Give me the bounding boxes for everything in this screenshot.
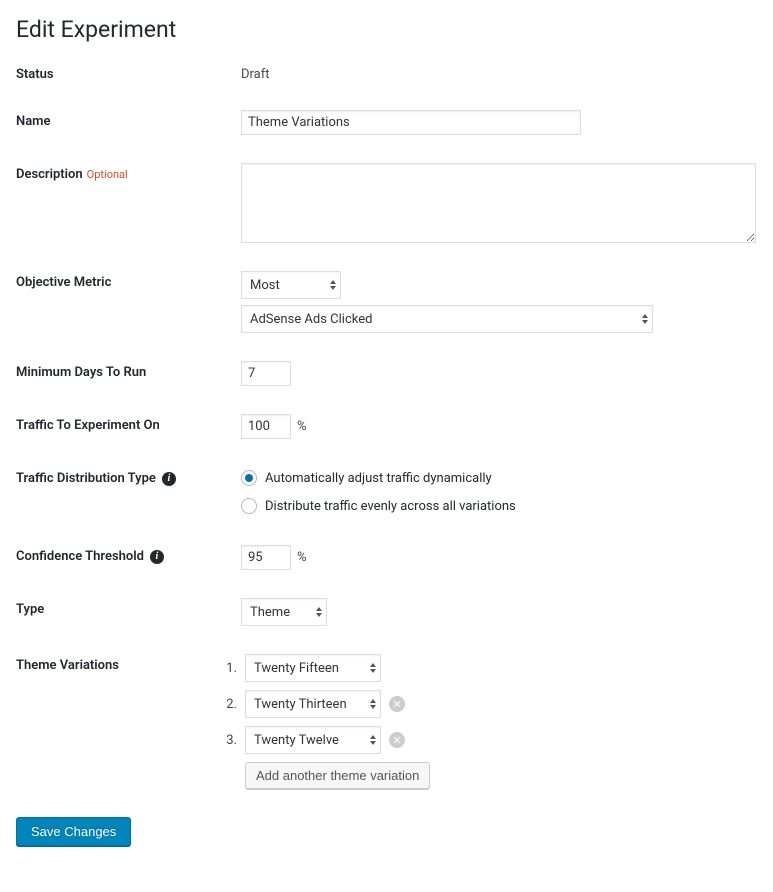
objective-metric-label: Objective Metric bbox=[16, 271, 241, 290]
traffic-pct-input[interactable] bbox=[241, 414, 291, 439]
variation-row: 3. Twenty Twelve ✕ bbox=[223, 726, 430, 754]
info-icon[interactable]: i bbox=[150, 550, 164, 564]
remove-variation-icon[interactable]: ✕ bbox=[389, 696, 405, 712]
save-button[interactable]: Save Changes bbox=[16, 817, 131, 846]
percent-suffix: % bbox=[297, 550, 307, 565]
variation-number: 3. bbox=[223, 733, 237, 748]
distribution-even-label: Distribute traffic evenly across all var… bbox=[265, 499, 516, 514]
variation-row: 2. Twenty Thirteen ✕ bbox=[223, 690, 430, 718]
distribution-auto-label: Automatically adjust traffic dynamically bbox=[265, 471, 492, 486]
remove-variation-icon[interactable]: ✕ bbox=[389, 732, 405, 748]
chevron-updown-icon bbox=[316, 607, 322, 617]
traffic-on-label: Traffic To Experiment On bbox=[16, 414, 241, 433]
distribution-type-label: Traffic Distribution Type i bbox=[16, 467, 241, 486]
variation-number: 1. bbox=[223, 661, 237, 676]
name-input[interactable] bbox=[241, 110, 581, 135]
status-value: Draft bbox=[241, 63, 270, 82]
description-label: Description Optional bbox=[16, 163, 241, 182]
confidence-threshold-label: Confidence Threshold i bbox=[16, 545, 241, 564]
add-variation-button[interactable]: Add another theme variation bbox=[245, 762, 430, 789]
percent-suffix: % bbox=[297, 419, 307, 434]
variation-row: 1. Twenty Fifteen bbox=[223, 654, 430, 682]
type-select[interactable]: Theme bbox=[241, 598, 327, 626]
name-label: Name bbox=[16, 110, 241, 129]
chevron-updown-icon bbox=[642, 314, 648, 324]
chevron-updown-icon bbox=[330, 280, 336, 290]
chevron-updown-icon bbox=[370, 699, 376, 709]
variation-theme-select[interactable]: Twenty Thirteen bbox=[245, 690, 381, 718]
page-title: Edit Experiment bbox=[16, 16, 757, 43]
variation-theme-select[interactable]: Twenty Twelve bbox=[245, 726, 381, 754]
variation-number: 2. bbox=[223, 697, 237, 712]
variation-theme-select[interactable]: Twenty Fifteen bbox=[245, 654, 381, 682]
chevron-updown-icon bbox=[370, 663, 376, 673]
info-icon[interactable]: i bbox=[162, 472, 176, 486]
variation-list: 1. Twenty Fifteen 2. Twenty Thirteen ✕ 3… bbox=[241, 654, 430, 789]
theme-variations-label: Theme Variations bbox=[16, 654, 241, 673]
distribution-even-radio[interactable]: Distribute traffic evenly across all var… bbox=[241, 495, 516, 517]
status-label: Status bbox=[16, 63, 241, 82]
chevron-updown-icon bbox=[370, 735, 376, 745]
objective-metric-select[interactable]: AdSense Ads Clicked bbox=[241, 305, 653, 333]
optional-badge: Optional bbox=[87, 168, 128, 181]
radio-icon bbox=[241, 498, 257, 514]
objective-direction-select[interactable]: Most bbox=[241, 271, 341, 299]
radio-icon bbox=[241, 470, 257, 486]
description-textarea[interactable] bbox=[241, 163, 756, 243]
distribution-auto-radio[interactable]: Automatically adjust traffic dynamically bbox=[241, 467, 492, 489]
confidence-input[interactable] bbox=[241, 545, 291, 570]
min-days-label: Minimum Days To Run bbox=[16, 361, 241, 380]
type-label: Type bbox=[16, 598, 241, 617]
min-days-input[interactable] bbox=[241, 361, 291, 386]
